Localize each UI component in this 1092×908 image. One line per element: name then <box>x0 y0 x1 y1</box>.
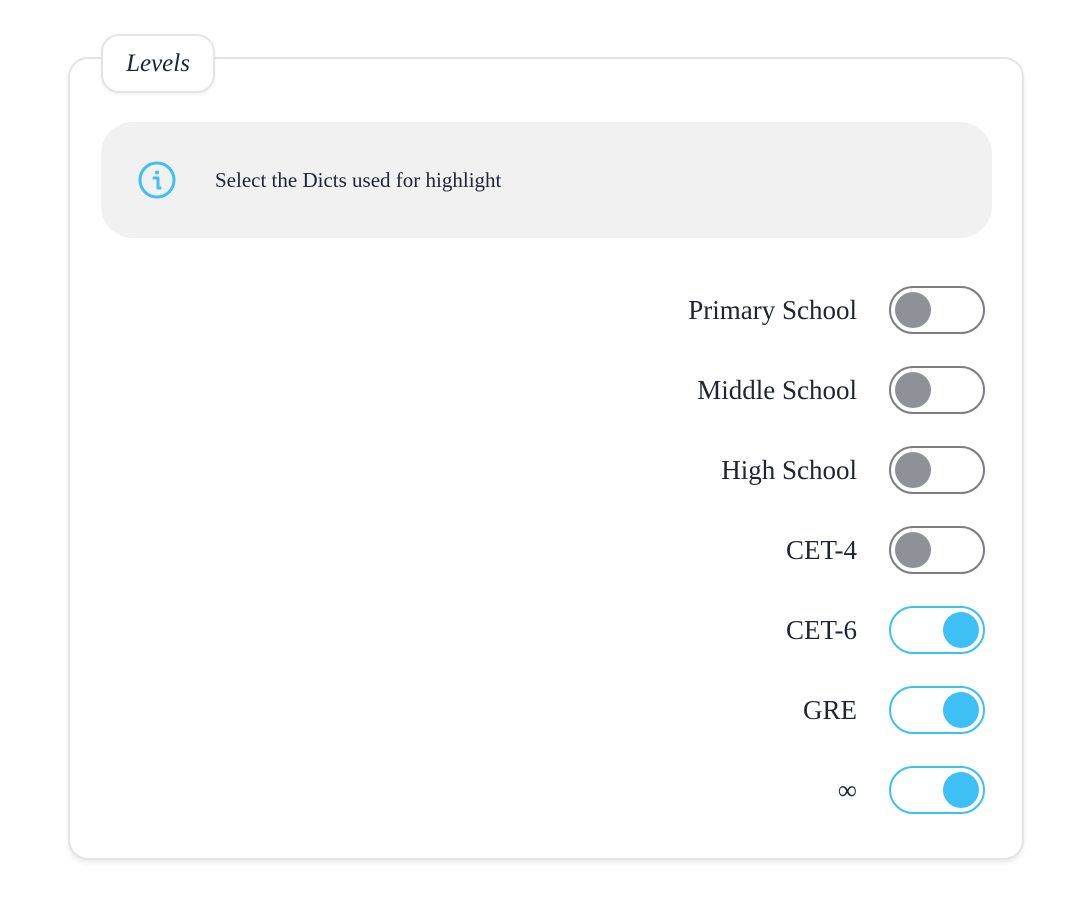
toggle-cet-4[interactable] <box>889 526 985 574</box>
level-label: CET-6 <box>785 615 857 645</box>
toggle-knob <box>943 612 979 648</box>
toggle-knob <box>895 372 931 408</box>
toggle-high-school[interactable] <box>889 446 985 494</box>
level-row: High School <box>500 446 985 494</box>
level-row: CET-6 <box>500 606 985 654</box>
level-label: High School <box>721 455 857 485</box>
level-label: GRE <box>803 695 857 725</box>
toggle-infinity[interactable] <box>889 766 985 814</box>
fieldset-legend: Levels <box>101 34 215 93</box>
toggle-knob <box>895 532 931 568</box>
level-label: Middle School <box>697 375 857 405</box>
info-alert: Select the Dicts used for highlight <box>101 122 992 238</box>
level-row: CET-4 <box>500 526 985 574</box>
toggle-middle-school[interactable] <box>889 366 985 414</box>
toggle-gre[interactable] <box>889 686 985 734</box>
toggle-knob <box>895 292 931 328</box>
info-icon <box>138 161 176 199</box>
info-text: Select the Dicts used for highlight <box>215 168 502 192</box>
toggle-knob <box>943 772 979 808</box>
level-row: GRE <box>500 686 985 734</box>
level-row: ∞ <box>500 766 985 814</box>
toggle-cet-6[interactable] <box>889 606 985 654</box>
level-label: Primary School <box>688 295 857 325</box>
level-label: CET-4 <box>785 535 857 565</box>
toggle-knob <box>895 452 931 488</box>
toggle-primary-school[interactable] <box>889 286 985 334</box>
level-row: Primary School <box>500 286 985 334</box>
toggle-knob <box>943 692 979 728</box>
level-row: Middle School <box>500 366 985 414</box>
level-label: ∞ <box>837 775 857 805</box>
